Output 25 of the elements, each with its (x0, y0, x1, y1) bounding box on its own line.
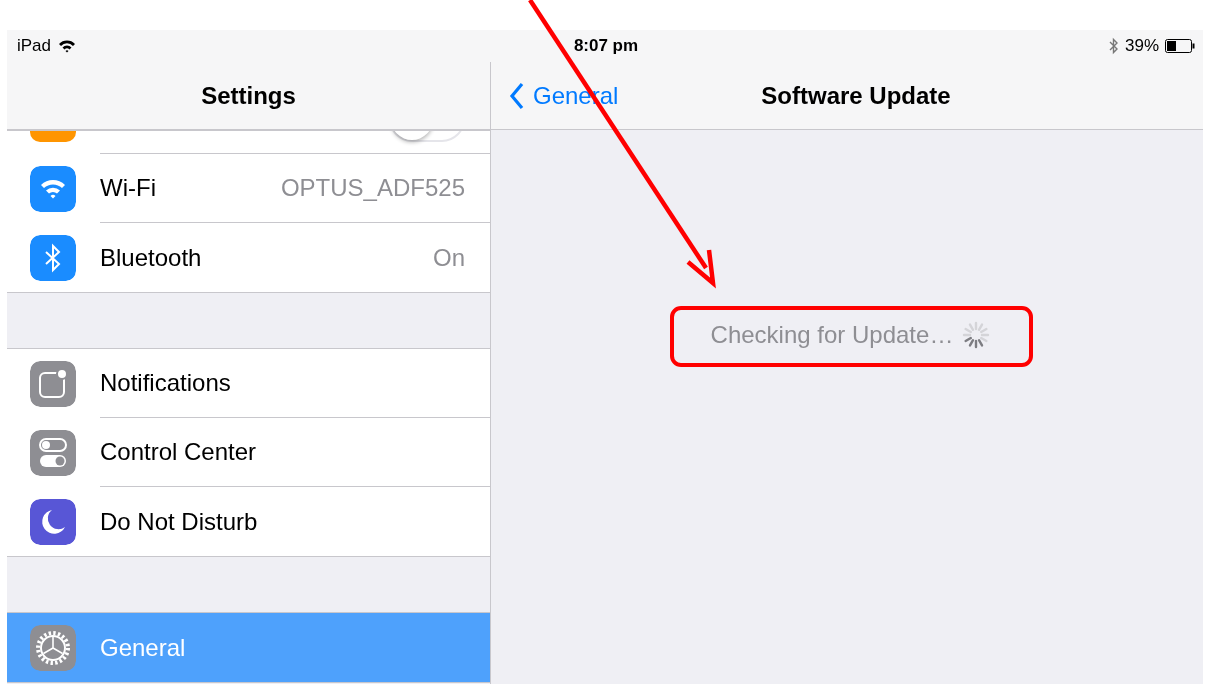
row-label: Bluetooth (100, 243, 202, 272)
row-label: Do Not Disturb (100, 507, 258, 536)
battery-icon (1165, 39, 1195, 53)
sidebar-title: Settings (201, 81, 296, 110)
row-label: Wi-Fi (100, 174, 156, 202)
gear-icon (30, 624, 76, 671)
page-title: Software Update (761, 81, 951, 110)
battery-percentage: 39% (1124, 36, 1159, 56)
clock-time: 8:07 pm (573, 36, 639, 56)
control-icon (30, 429, 76, 476)
chevron-left-icon (509, 81, 525, 110)
row-label: Notifications (100, 369, 231, 397)
bluetooth-icon (1108, 37, 1119, 55)
row-label: Control Center (100, 438, 257, 466)
bluetooth-icon (30, 234, 76, 281)
row-value: OPTUS_ADF525 (280, 174, 465, 202)
wifi-icon (30, 165, 76, 212)
row-value: On (433, 243, 465, 272)
row-label: General (100, 633, 186, 662)
status-message: Checking for Update… (710, 321, 954, 349)
wifi-icon (58, 39, 77, 53)
device-name: iPad (17, 36, 52, 56)
moon-icon (30, 498, 76, 545)
spinner-icon (961, 320, 992, 350)
notifications-icon (30, 360, 76, 407)
